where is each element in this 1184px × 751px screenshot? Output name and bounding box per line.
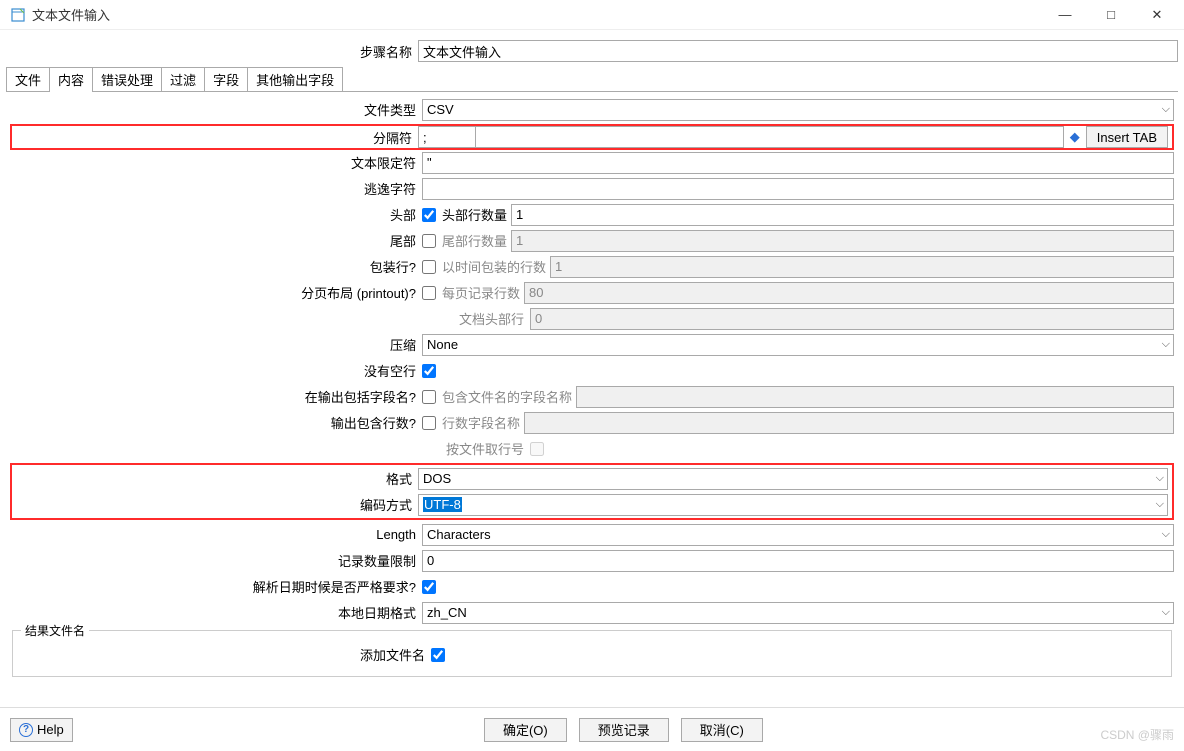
separator-extra[interactable] — [476, 126, 1064, 148]
inc-filename-ph-label: 包含文件名的字段名称 — [436, 387, 576, 406]
wrap-checkbox[interactable] — [422, 260, 436, 274]
window-title: 文本文件输入 — [32, 5, 110, 24]
header-rows-input[interactable] — [511, 204, 1174, 226]
footer-label: 尾部 — [10, 231, 422, 250]
help-icon: ? — [19, 723, 33, 737]
limit-label: 记录数量限制 — [10, 551, 422, 570]
add-filename-checkbox[interactable] — [431, 648, 445, 662]
preview-button[interactable]: 预览记录 — [579, 718, 669, 742]
no-empty-checkbox[interactable] — [422, 364, 436, 378]
separator-input[interactable] — [418, 126, 476, 148]
inc-filename-checkbox[interactable] — [422, 390, 436, 404]
filetype-label: 文件类型 — [10, 100, 422, 119]
limit-input[interactable] — [422, 550, 1174, 572]
compress-select[interactable] — [422, 334, 1174, 356]
help-button[interactable]: ? Help — [10, 718, 73, 742]
header-checkbox[interactable] — [422, 208, 436, 222]
header-label: 头部 — [10, 205, 422, 224]
escape-input[interactable] — [422, 178, 1174, 200]
add-filename-label: 添加文件名 — [19, 645, 431, 664]
no-empty-label: 没有空行 — [10, 361, 422, 380]
locale-select[interactable] — [422, 602, 1174, 624]
encoding-select[interactable]: UTF-8 — [418, 494, 1168, 516]
tab-content[interactable]: 内容 — [49, 67, 93, 91]
inc-filename-input — [576, 386, 1174, 408]
wrap-label: 包装行? — [10, 257, 422, 276]
inc-rownum-label: 输出包含行数? — [10, 413, 422, 432]
footer-rows-label: 尾部行数量 — [436, 231, 511, 250]
enclosure-input[interactable] — [422, 152, 1174, 174]
by-file-checkbox — [530, 442, 544, 456]
footer-checkbox[interactable] — [422, 234, 436, 248]
variable-icon[interactable]: ◆ — [1066, 126, 1084, 148]
footer: ? Help 确定(O) 预览记录 取消(C) — [0, 707, 1184, 751]
separator-label: 分隔符 — [12, 128, 418, 147]
tab-fields[interactable]: 字段 — [204, 67, 248, 91]
insert-tab-button[interactable]: Insert TAB — [1086, 126, 1168, 148]
strict-label: 解析日期时候是否严格要求? — [10, 577, 422, 596]
paged-label: 分页布局 (printout)? — [10, 283, 422, 302]
tab-file[interactable]: 文件 — [6, 67, 50, 91]
titlebar: 文本文件输入 — □ ✕ — [0, 0, 1184, 30]
format-select[interactable] — [418, 468, 1168, 490]
close-button[interactable]: ✕ — [1134, 0, 1180, 30]
form-content: 文件类型 ⌵ 分隔符 ◆ Insert TAB 文本限定符 逃逸字符 头部 头部… — [6, 92, 1178, 689]
paged-rows-input — [524, 282, 1174, 304]
paged-checkbox[interactable] — [422, 286, 436, 300]
cancel-button[interactable]: 取消(C) — [681, 718, 763, 742]
maximize-button[interactable]: □ — [1088, 0, 1134, 30]
enclosure-label: 文本限定符 — [10, 153, 422, 172]
doc-header-label: 文档头部行 — [10, 309, 530, 328]
doc-header-input — [530, 308, 1174, 330]
tabs: 文件 内容 错误处理 过滤 字段 其他输出字段 — [6, 70, 1178, 92]
minimize-button[interactable]: — — [1042, 0, 1088, 30]
tab-filter[interactable]: 过滤 — [161, 67, 205, 91]
wrap-rows-label: 以时间包装的行数 — [436, 257, 550, 276]
encoding-label: 编码方式 — [12, 495, 418, 514]
header-rows-label: 头部行数量 — [436, 205, 511, 224]
inc-rownum-ph-label: 行数字段名称 — [436, 413, 524, 432]
inc-filename-label: 在输出包括字段名? — [10, 387, 422, 406]
by-file-label: 按文件取行号 — [10, 439, 530, 458]
locale-label: 本地日期格式 — [10, 603, 422, 622]
inc-rownum-checkbox[interactable] — [422, 416, 436, 430]
filetype-select[interactable] — [422, 99, 1174, 121]
app-icon — [10, 7, 26, 23]
fieldset-legend: 结果文件名 — [21, 622, 89, 639]
length-label: Length — [10, 527, 422, 542]
step-name-input[interactable] — [418, 40, 1178, 62]
format-encoding-highlight: 格式 ⌵ 编码方式 UTF-8 ⌵ — [10, 463, 1174, 520]
inc-rownum-input — [524, 412, 1174, 434]
tab-other[interactable]: 其他输出字段 — [247, 67, 343, 91]
separator-highlight: 分隔符 ◆ Insert TAB — [10, 124, 1174, 150]
paged-rows-label: 每页记录行数 — [436, 283, 524, 302]
compress-label: 压缩 — [10, 335, 422, 354]
tab-error[interactable]: 错误处理 — [92, 67, 162, 91]
escape-label: 逃逸字符 — [10, 179, 422, 198]
ok-button[interactable]: 确定(O) — [484, 718, 567, 742]
strict-checkbox[interactable] — [422, 580, 436, 594]
format-label: 格式 — [12, 469, 418, 488]
length-select[interactable] — [422, 524, 1174, 546]
result-files-fieldset: 结果文件名 添加文件名 — [12, 630, 1172, 677]
wrap-rows-input — [550, 256, 1174, 278]
step-name-label: 步骤名称 — [6, 42, 418, 61]
footer-rows-input — [511, 230, 1174, 252]
